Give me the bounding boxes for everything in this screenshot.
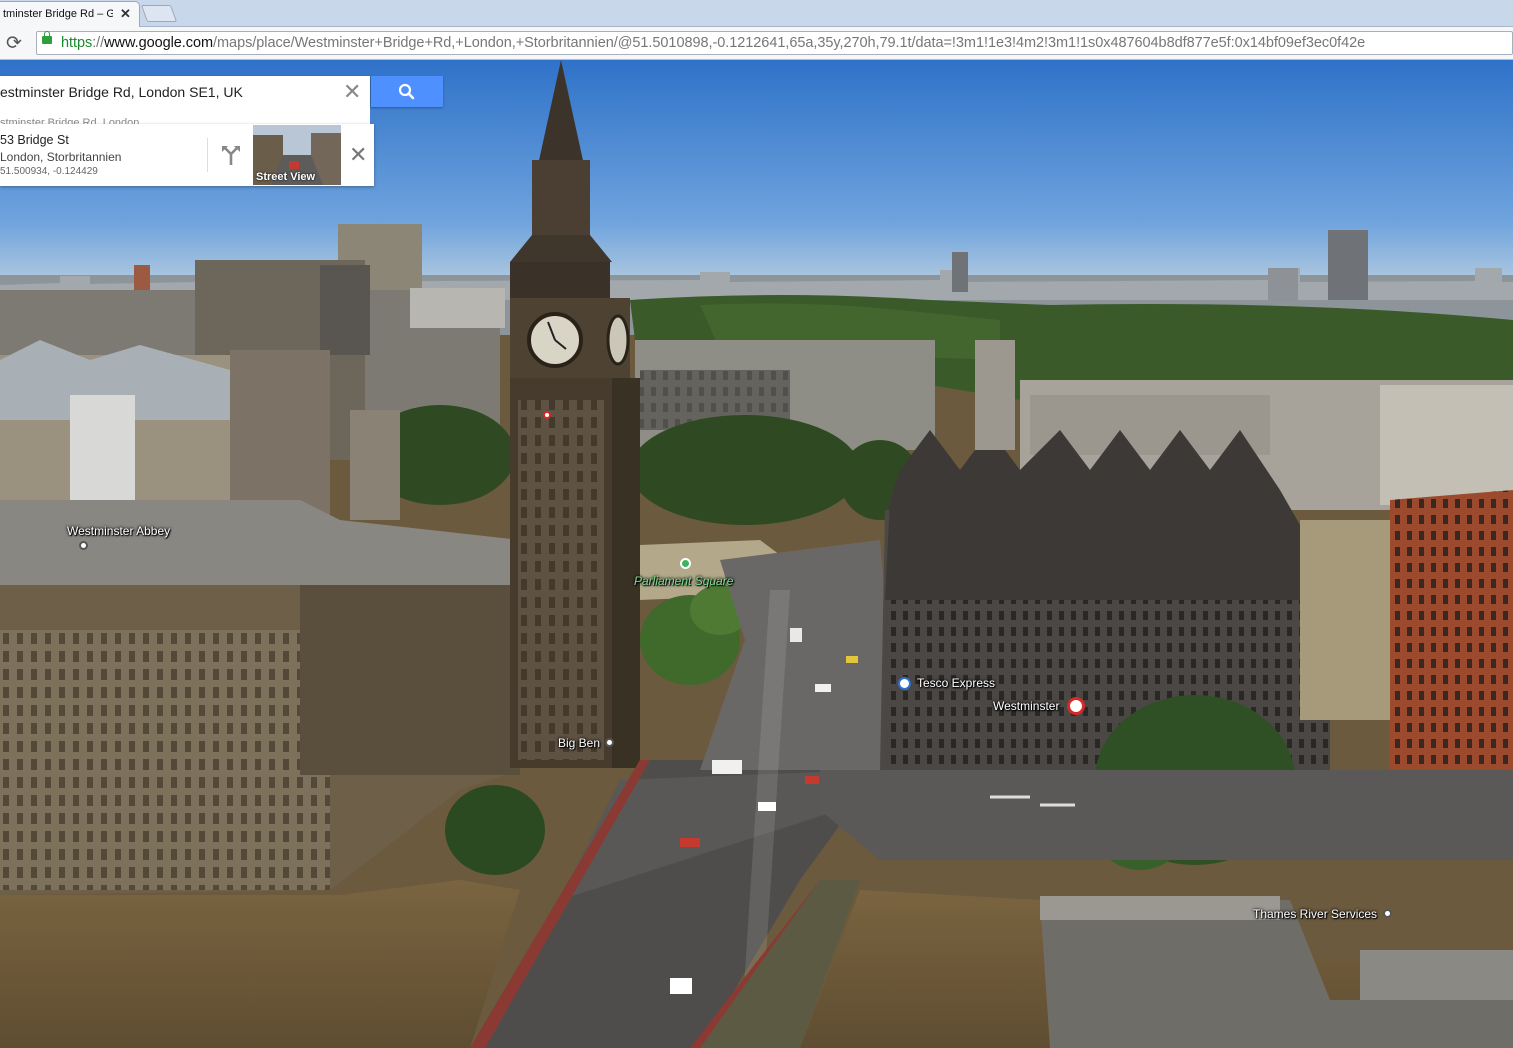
street-view-label: Street View <box>256 171 316 183</box>
address-bar[interactable]: https://www.google.com/maps/place/Westmi… <box>36 31 1513 55</box>
park-pin-icon[interactable] <box>680 558 691 569</box>
abbey-pin-icon[interactable] <box>79 541 88 550</box>
url-separator: :// <box>92 35 105 51</box>
lock-icon <box>42 31 52 44</box>
label-westminster-station[interactable]: Westminster <box>993 699 1059 713</box>
label-big-ben[interactable]: Big Ben <box>558 736 600 750</box>
url-text: https://www.google.com/maps/place/Westmi… <box>61 35 1365 51</box>
tab-google-maps[interactable]: tminster Bridge Rd – G ✕ <box>0 1 140 27</box>
url-scheme: https <box>61 35 93 51</box>
tab-strip: tminster Bridge Rd – G ✕ <box>0 0 1513 27</box>
reload-icon[interactable]: ⟳ <box>6 32 22 55</box>
label-parliament-square[interactable]: Parliament Square <box>634 574 733 588</box>
url-host: www.google.com <box>104 35 214 51</box>
shopping-cart-icon[interactable] <box>898 677 911 690</box>
label-tesco-express[interactable]: Tesco Express <box>917 676 995 690</box>
place-name: 53 Bridge St <box>0 133 69 147</box>
place-card: 53 Bridge St London, Storbritannien 51.5… <box>0 124 374 186</box>
clear-search-icon[interactable]: ✕ <box>343 79 361 105</box>
place-coordinates: 51.500934, -0.124429 <box>0 166 98 177</box>
big-ben-pin-icon[interactable] <box>605 738 614 747</box>
label-westminster-abbey[interactable]: Westminster Abbey <box>67 524 170 538</box>
map-canvas[interactable]: Westminster Abbey Parliament Square Tesc… <box>0 60 1513 1048</box>
card-divider <box>207 138 208 172</box>
search-button[interactable] <box>371 76 443 107</box>
search-suggestion[interactable]: stminster Bridge Rd, London <box>0 107 370 125</box>
underground-small-icon[interactable] <box>543 411 551 419</box>
close-card-icon[interactable]: ✕ <box>349 142 367 168</box>
satellite-3d-view <box>0 60 1513 1048</box>
url-path: /maps/place/Westminster+Bridge+Rd,+Londo… <box>213 35 1366 51</box>
new-tab-button[interactable] <box>140 5 178 22</box>
search-icon <box>398 83 415 100</box>
pier-pin-icon[interactable] <box>1383 909 1392 918</box>
directions-icon[interactable] <box>220 144 242 166</box>
browser-toolbar: ⟳ https://www.google.com/maps/place/West… <box>0 27 1513 60</box>
label-thames-river-services[interactable]: Thames River Services <box>1253 907 1377 921</box>
tab-close-icon[interactable]: ✕ <box>120 6 131 22</box>
search-box[interactable]: estminster Bridge Rd, London SE1, UK ✕ <box>0 76 370 107</box>
place-city: London, Storbritannien <box>0 150 122 164</box>
search-input[interactable]: estminster Bridge Rd, London SE1, UK <box>0 84 243 100</box>
street-view-thumbnail[interactable]: Street View <box>253 125 341 185</box>
tab-title: tminster Bridge Rd – G <box>3 8 113 20</box>
underground-roundel-icon[interactable] <box>1067 697 1085 715</box>
